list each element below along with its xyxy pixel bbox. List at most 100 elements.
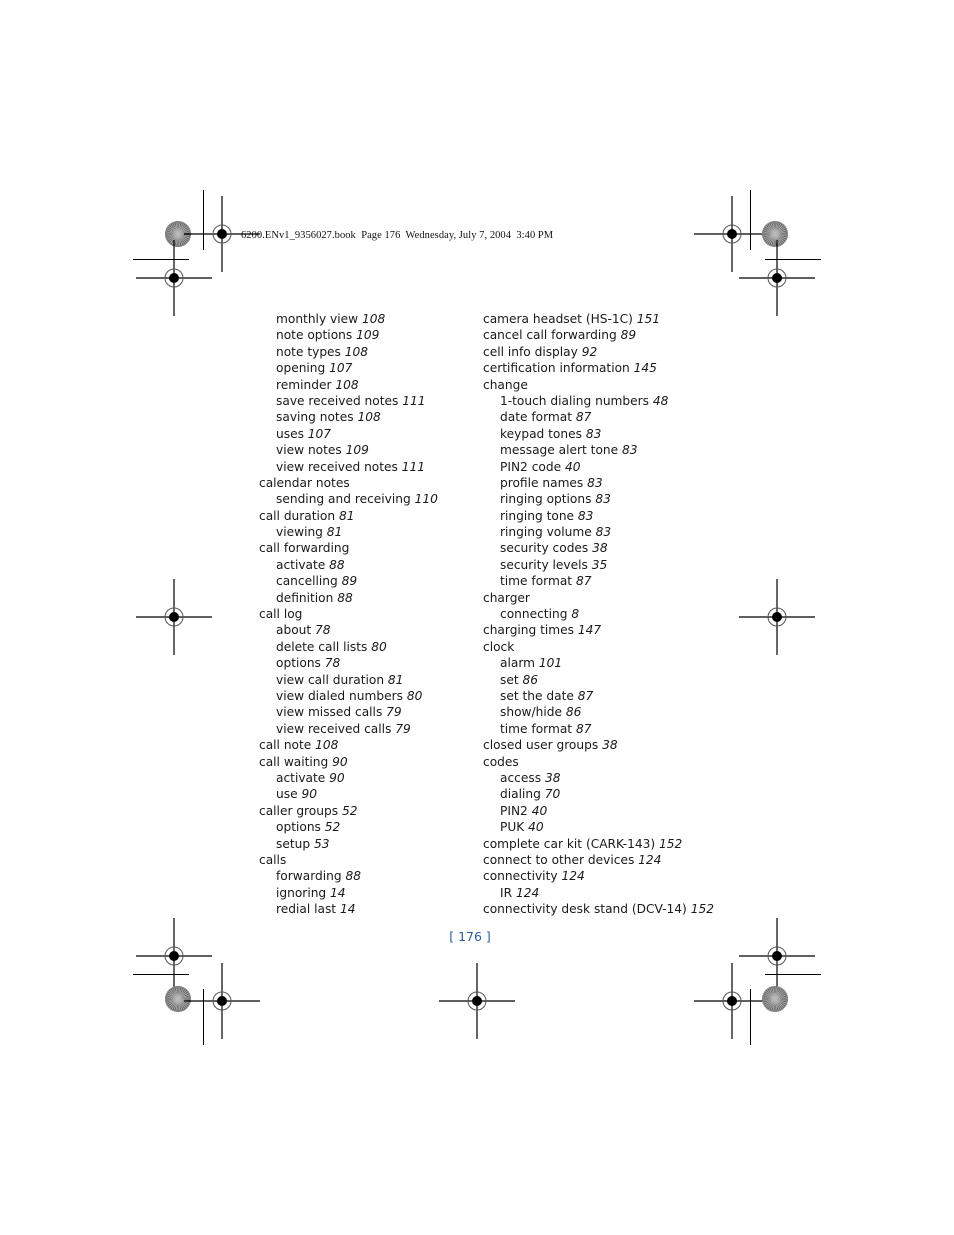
index-term: date format <box>500 410 573 425</box>
index-entry: codes <box>483 754 714 770</box>
index-page-ref: 110 <box>414 492 438 507</box>
index-subentry: options 52 <box>259 819 438 835</box>
index-subentry: view call duration 81 <box>259 672 438 688</box>
index-entry: clock <box>483 639 714 655</box>
index-page-ref: 83 <box>577 508 594 523</box>
index-subentry: access 38 <box>483 770 714 786</box>
index-term: profile names <box>500 475 584 490</box>
index-term: cancel call forwarding <box>483 328 617 343</box>
index-page-ref: 92 <box>581 344 598 359</box>
index-term: view missed calls <box>276 705 383 720</box>
index-term: PUK <box>500 820 525 835</box>
index-page-ref: 83 <box>595 525 612 540</box>
index-subentry: connecting 8 <box>483 606 714 622</box>
index-term: cell info display <box>483 344 578 359</box>
index-subentry: ignoring 14 <box>259 885 438 901</box>
index-page-ref: 88 <box>337 590 353 605</box>
index-subentry: note types 108 <box>259 344 438 360</box>
index-term: forwarding <box>276 869 342 884</box>
crop-line <box>133 974 189 975</box>
index-term: calls <box>259 852 287 867</box>
index-subentry: viewing 81 <box>259 524 438 540</box>
index-term: charging times <box>483 623 575 638</box>
index-entry: calendar notes <box>259 475 438 491</box>
index-page-ref: 83 <box>587 475 603 490</box>
registration-target-icon <box>694 963 770 1039</box>
index-term: opening <box>276 361 326 376</box>
index-term: connectivity <box>483 869 558 884</box>
index-page-ref: 111 <box>401 459 426 474</box>
index-page-ref: 38 <box>602 738 618 753</box>
index-subentry: about 78 <box>259 622 438 638</box>
index-page-ref: 53 <box>313 836 330 851</box>
index-term: monthly view <box>276 312 359 326</box>
index-subentry: definition 88 <box>259 590 438 606</box>
index-entry: closed user groups 38 <box>483 737 714 753</box>
index-page-ref: 87 <box>575 721 592 736</box>
index-term: cancelling <box>276 574 338 589</box>
index-page-ref: 87 <box>575 574 592 589</box>
index-term: call forwarding <box>259 541 350 556</box>
index-entry: call note 108 <box>259 737 438 753</box>
index-page-ref: 40 <box>528 820 544 835</box>
index-subentry: ringing volume 83 <box>483 524 714 540</box>
index-page-ref: 14 <box>339 902 356 917</box>
index-term: saving notes <box>276 410 354 425</box>
registration-target-icon <box>439 963 515 1039</box>
index-page-ref: 52 <box>341 803 358 818</box>
index-term: connectivity desk stand (DCV-14) <box>483 902 687 917</box>
index-page-ref: 80 <box>371 639 387 654</box>
index-subentry: ringing options 83 <box>483 491 714 507</box>
index-page-ref: 90 <box>301 787 317 802</box>
index-page-ref: 101 <box>538 656 563 671</box>
index-page-ref: 108 <box>344 344 369 359</box>
index-subentry: opening 107 <box>259 360 438 376</box>
index-term: save received notes <box>276 393 399 408</box>
registration-target-icon <box>136 240 212 316</box>
index-subentry: note options 109 <box>259 327 438 343</box>
index-entry: change <box>483 377 714 393</box>
index-page-ref: 124 <box>561 869 585 884</box>
index-subentry: security levels 35 <box>483 557 714 573</box>
index-subentry: 1-touch dialing numbers 48 <box>483 393 714 409</box>
index-term: ringing volume <box>500 525 592 540</box>
index-entry: cancel call forwarding 89 <box>483 327 714 343</box>
index-page-ref: 78 <box>315 623 331 638</box>
index-term: redial last <box>276 902 337 917</box>
index-subentry: view received calls 79 <box>259 721 438 737</box>
index-term: setup <box>276 836 311 851</box>
index-term: about <box>276 623 312 638</box>
index-term: keypad tones <box>500 426 582 441</box>
index-subentry: set 86 <box>483 672 714 688</box>
index-term: time format <box>500 721 573 736</box>
index-term: message alert tone <box>500 443 619 458</box>
index-term: IR <box>500 885 513 900</box>
index-term: call note <box>259 738 312 753</box>
index-term: activate <box>276 770 326 785</box>
index-subentry: setup 53 <box>259 836 438 852</box>
index-entry: call log <box>259 606 438 622</box>
registration-target-icon <box>136 579 212 655</box>
index-page-ref: 8 <box>571 607 580 622</box>
index-page-ref: 83 <box>595 492 611 507</box>
index-page-ref: 88 <box>345 869 361 884</box>
index-page-ref: 48 <box>652 393 669 408</box>
index-term: view received notes <box>276 459 398 474</box>
index-page-ref: 83 <box>585 426 602 441</box>
index-subentry: monthly view 108 <box>259 311 438 327</box>
index-entry: calls <box>259 852 438 868</box>
index-page-ref: 89 <box>620 328 637 343</box>
index-page-ref: 86 <box>522 672 539 687</box>
index-page-ref: 80 <box>406 688 423 703</box>
index-page-ref: 109 <box>356 328 380 343</box>
registration-target-icon <box>739 579 815 655</box>
index-page-ref: 89 <box>341 574 358 589</box>
index-term: view notes <box>276 443 342 458</box>
index-page-ref: 107 <box>329 361 353 376</box>
index-term: call duration <box>259 508 336 523</box>
index-term: note types <box>276 344 341 359</box>
index-term: ignoring <box>276 885 327 900</box>
index-entry: camera headset (HS-1C) 151 <box>483 311 714 327</box>
index-subentry: date format 87 <box>483 409 714 425</box>
index-term: caller groups <box>259 803 339 818</box>
